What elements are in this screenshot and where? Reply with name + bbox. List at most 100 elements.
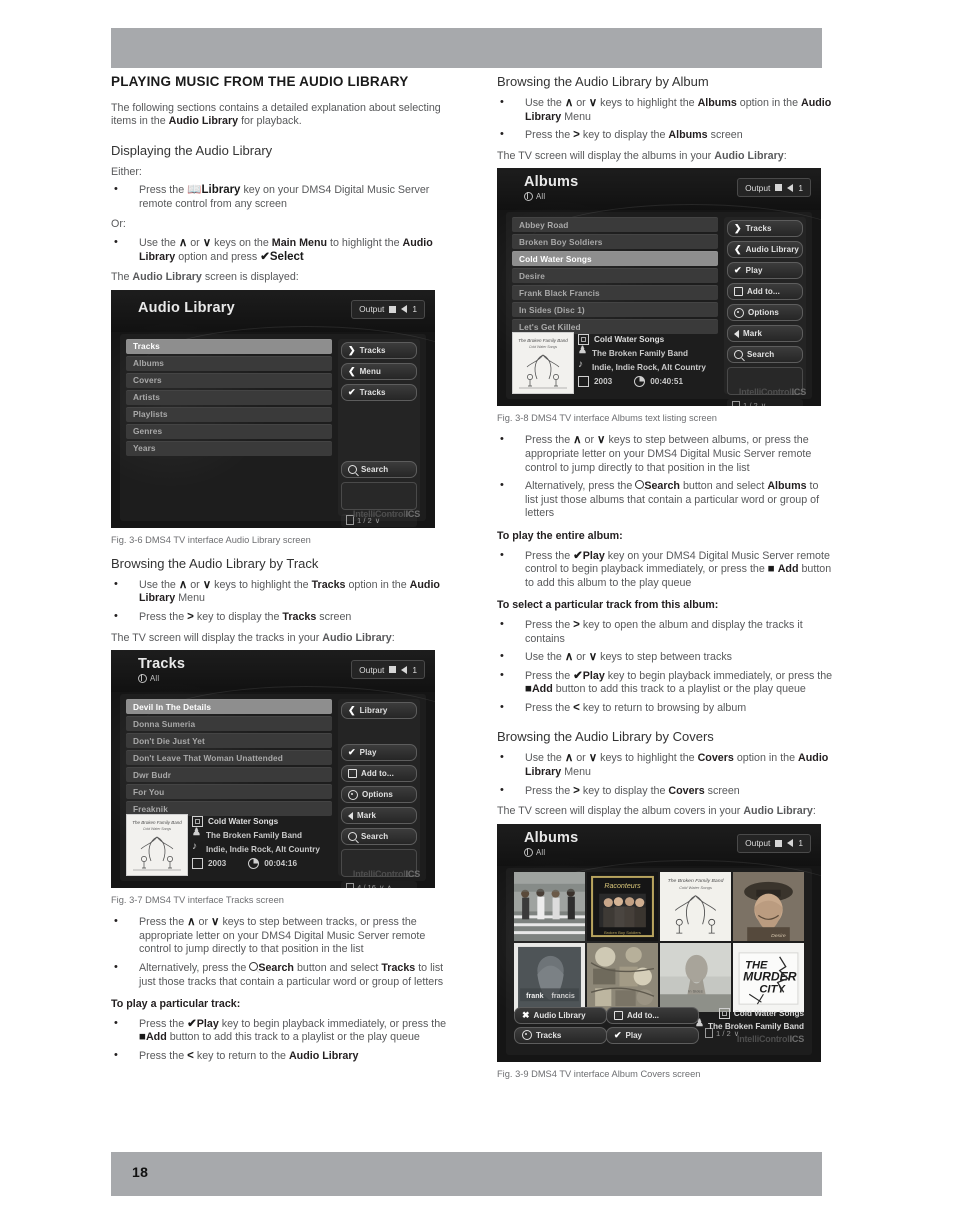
list-item: Press the ∧ or ∨ keys to step between al… — [497, 433, 833, 475]
tracks-button[interactable]: Tracks — [514, 1026, 607, 1044]
genre-value: Indie, Indie Rock, Alt Country — [206, 844, 320, 854]
bullet-text: Press the — [139, 916, 185, 929]
bullet-text: Press the — [139, 184, 185, 197]
list-item[interactable]: Donna Sumeria — [126, 716, 332, 732]
album-icon — [192, 815, 203, 827]
output-badge[interactable]: Output 1 — [737, 833, 811, 853]
button-column: ❯ Tracks ❮ Menu ✔ Tracks Search 1 / 2 ∨ — [338, 339, 420, 527]
bullet-text: Press the — [525, 784, 571, 797]
add-term: Add — [145, 1031, 167, 1044]
options-button[interactable]: Options — [727, 304, 803, 322]
bullet-text-cont3: option and press — [178, 250, 258, 263]
chevron-left-icon: ❮ — [734, 244, 742, 255]
list-item[interactable]: Covers — [126, 372, 332, 388]
library-key-label: Library — [201, 184, 241, 197]
list-item[interactable]: Devil In The Details — [126, 699, 332, 715]
pager[interactable]: 4 / 16 ∨ ∧ — [341, 881, 417, 889]
search-button[interactable]: Search — [341, 828, 417, 846]
audio-library-term: Audio Library — [714, 149, 784, 162]
list-item[interactable]: Dwr Budr — [126, 767, 332, 783]
button-label: Search — [361, 464, 389, 474]
list-item[interactable]: Don't Die Just Yet — [126, 733, 332, 749]
list-item[interactable]: Albums — [126, 355, 332, 371]
list-item[interactable]: Years — [126, 440, 332, 456]
list-item[interactable]: Abbey Road — [512, 217, 718, 233]
options-button[interactable]: Options — [341, 786, 417, 804]
cover-tile[interactable]: THE MURDER CITY — [733, 942, 804, 1012]
audio-library-button[interactable]: ❮ Audio Library — [727, 241, 803, 259]
up-arrow-icon: ∧ — [187, 916, 196, 929]
list-item[interactable]: For You — [126, 784, 332, 800]
bullet-text: Press the — [525, 434, 571, 447]
select-tracks-button[interactable]: ✔ Tracks — [341, 383, 417, 401]
brand-name: IntelliControl — [352, 869, 406, 880]
album-art: The Broken Family Band Cold Water Songs — [512, 332, 574, 395]
list-item[interactable]: Genres — [126, 423, 332, 439]
square-icon: ■ — [767, 563, 775, 576]
lead-text-cont: : — [783, 149, 787, 162]
page-icon — [732, 400, 740, 407]
svg-text:Cold Water Songs: Cold Water Songs — [679, 885, 712, 890]
audio-library-displayed-lead: The Audio Library screen is displayed: — [111, 271, 447, 285]
list-item[interactable]: Don't Leave That Woman Unattended — [126, 750, 332, 766]
output-badge[interactable]: Output 1 — [737, 178, 811, 198]
cover-tile[interactable]: In Sides — [660, 942, 731, 1012]
mark-button[interactable]: Mark — [341, 807, 417, 825]
cover-tile[interactable]: The Broken Family Band Cold Water Songs — [660, 871, 731, 941]
pager[interactable]: 1 / 2 ∨ — [727, 399, 803, 407]
tracks-button[interactable]: ❯ Tracks — [727, 220, 803, 238]
add-to-button[interactable]: Add to... — [727, 283, 803, 301]
now-playing-panel: The Broken Family Band Cold Water Songs — [512, 332, 718, 395]
cover-tile[interactable] — [587, 942, 658, 1012]
search-button[interactable]: Search — [341, 460, 417, 478]
search-button[interactable]: Search — [727, 346, 803, 364]
play-button[interactable]: ✔ Play — [341, 744, 417, 762]
list-item[interactable]: Playlists — [126, 406, 332, 422]
add-to-button[interactable]: Add to... — [341, 765, 417, 783]
play-button[interactable]: ✔ Play — [727, 262, 803, 280]
list-item[interactable]: Tracks — [126, 338, 332, 354]
output-badge[interactable]: Output 1 — [351, 660, 425, 680]
output-value: 1 — [798, 838, 803, 849]
mark-button[interactable]: Mark — [727, 325, 803, 343]
list-item[interactable]: Desire — [512, 268, 718, 284]
bold-lead-play-album: To play the entire album: — [497, 529, 623, 542]
list-item[interactable]: Frank Black Francis — [512, 285, 718, 301]
audio-library-button[interactable]: ✖ Audio Library — [514, 1006, 607, 1024]
pager-arrows: ∨ ∧ — [379, 883, 393, 889]
list-item: Press the > key to display the Covers sc… — [497, 784, 833, 799]
library-button[interactable]: ❮ Library — [341, 702, 417, 720]
tracks-button[interactable]: ❯ Tracks — [341, 341, 417, 359]
artist-line: The Broken Family Band — [578, 345, 718, 360]
year-duration-line: 2003 00:04:16 — [192, 856, 332, 870]
intro-bold-term: Audio Library — [168, 115, 239, 128]
output-badge[interactable]: Output 1 — [351, 299, 425, 319]
button-label: Add to... — [747, 287, 780, 297]
screen-subtitle: All — [524, 847, 545, 857]
bullet-text-cont: key to begin playback immediately, or pr… — [221, 1017, 447, 1030]
cover-tile[interactable]: Raconteurs Broken Boy Soldiers — [587, 871, 658, 941]
genre-value: Indie, Indie Rock, Alt Country — [592, 362, 706, 372]
check-icon: ✔ — [187, 1017, 197, 1030]
bullet-list-album-nav: Press the ∧ or ∨ keys to step between al… — [497, 433, 833, 521]
lead-text: The TV screen will display the album cov… — [497, 805, 741, 818]
cover-tile[interactable]: frank francis — [514, 942, 585, 1012]
play-button[interactable]: ✔ Play — [606, 1026, 699, 1044]
list-item[interactable]: Broken Boy Soldiers — [512, 234, 718, 250]
bullet-list-browse-album: Use the ∧ or ∨ keys to highlight the Alb… — [497, 96, 833, 143]
svg-text:Broken Boy Soldiers: Broken Boy Soldiers — [604, 930, 641, 935]
covers-info: Cold Water Songs The Broken Family Band … — [695, 1007, 804, 1044]
bullet-text: Press the — [525, 618, 571, 631]
covers-button-bar: ✖ Audio Library Add to... Tracks ✔ Play 1 … — [514, 1006, 804, 1051]
album-name: Cold Water Songs — [208, 816, 279, 826]
menu-button[interactable]: ❮ Menu — [341, 362, 417, 380]
list-item[interactable]: Artists — [126, 389, 332, 405]
cover-tile[interactable] — [514, 871, 585, 941]
figure-album-covers-screen: Albums All Output 1 Raconteurs Broken Bo… — [497, 823, 821, 1062]
list-item[interactable]: Cold Water Songs — [512, 251, 718, 267]
add-to-button[interactable]: Add to... — [606, 1006, 699, 1024]
duration-group: 00:40:51 — [634, 375, 683, 387]
cover-tile[interactable]: Desire — [733, 871, 804, 941]
figure-tracks-screen: Tracks All Output 1 Devil In The Details… — [111, 650, 435, 889]
list-item[interactable]: In Sides (Disc 1) — [512, 302, 718, 318]
